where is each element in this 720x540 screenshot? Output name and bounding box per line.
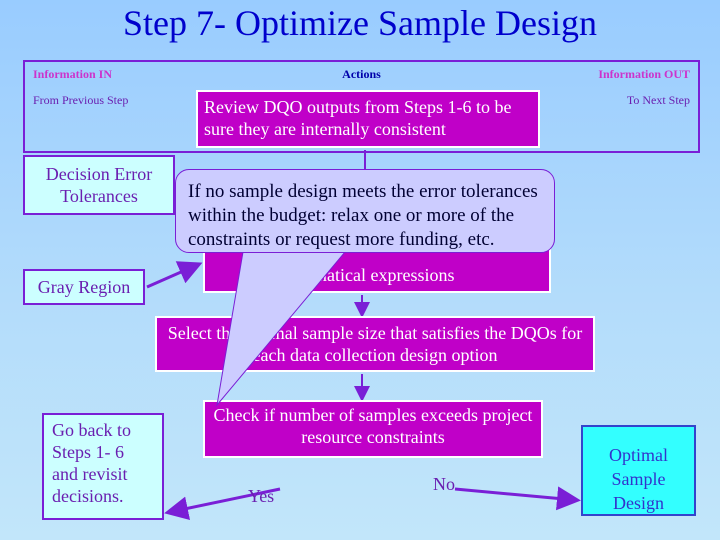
callout-note: If no sample design meets the error tole…	[175, 169, 555, 253]
callout-tail	[216, 251, 347, 407]
